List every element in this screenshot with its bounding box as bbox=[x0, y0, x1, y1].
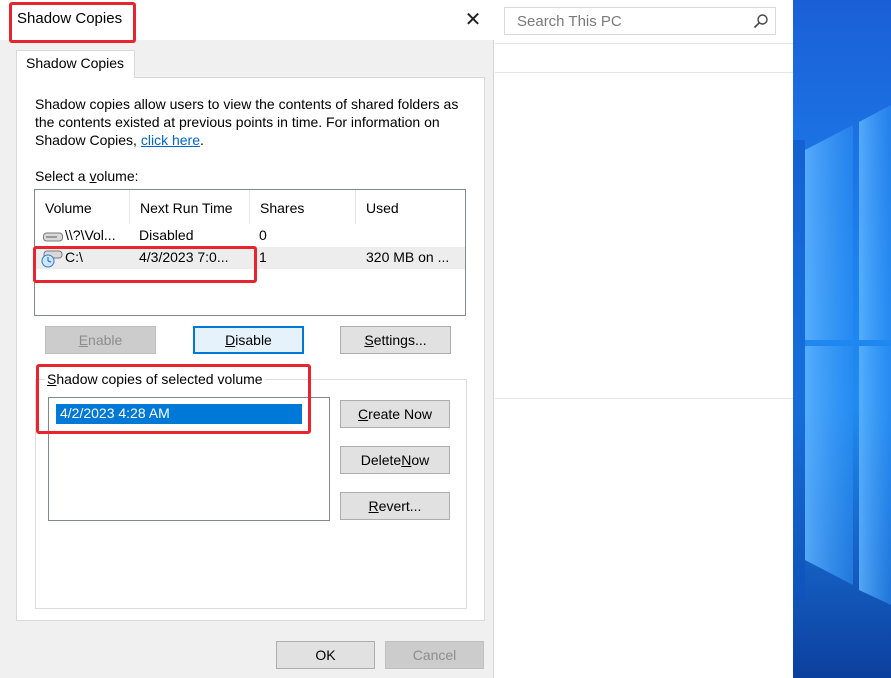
divider bbox=[495, 43, 793, 44]
revert-button[interactable]: Revert... bbox=[340, 492, 450, 520]
shadow-copy-item[interactable]: 4/2/2023 4:28 AM bbox=[55, 403, 303, 425]
shadow-copies-group-label: Shadow copies of selected volume bbox=[45, 371, 265, 387]
volume-row[interactable]: C:\ 4/3/2023 7:0... 1 320 MB on ... bbox=[35, 247, 465, 269]
column-header-next-run-time[interactable]: Next Run Time bbox=[130, 190, 250, 224]
select-volume-label: Select a volume: bbox=[35, 168, 139, 184]
divider bbox=[495, 72, 793, 73]
title-bar: Shadow Copies ✕ bbox=[0, 0, 494, 40]
volume-row[interactable]: \\?\Vol... Disabled 0 bbox=[35, 225, 465, 247]
cancel-button[interactable]: Cancel bbox=[385, 641, 484, 669]
search-input[interactable] bbox=[515, 11, 735, 31]
click-here-link[interactable]: click here bbox=[141, 132, 200, 148]
desktop-wallpaper bbox=[793, 0, 891, 678]
drive-icon bbox=[43, 230, 63, 246]
next-run-time: 4/3/2023 7:0... bbox=[139, 249, 229, 265]
shadow-copies-list[interactable]: 4/2/2023 4:28 AM bbox=[48, 397, 330, 521]
enable-button[interactable]: Enable bbox=[45, 326, 156, 354]
intro-text: Shadow copies allow users to view the co… bbox=[35, 96, 459, 148]
search-box[interactable] bbox=[504, 7, 776, 35]
used-space: 320 MB on ... bbox=[366, 249, 450, 265]
create-now-button[interactable]: Create Now bbox=[340, 400, 450, 428]
column-header-volume[interactable]: Volume bbox=[35, 190, 130, 224]
column-header-used[interactable]: Used bbox=[356, 190, 465, 224]
windows-logo-wallpaper bbox=[793, 105, 891, 605]
disable-button[interactable]: Disable bbox=[193, 326, 304, 354]
explorer-pane bbox=[495, 0, 793, 678]
volume-name: C:\ bbox=[65, 249, 83, 265]
settings-button[interactable]: Settings... bbox=[340, 326, 451, 354]
shares-count: 1 bbox=[259, 249, 267, 265]
dialog-title: Shadow Copies bbox=[17, 10, 123, 27]
tab-shadow-copies[interactable]: Shadow Copies bbox=[16, 50, 135, 78]
ok-button[interactable]: OK bbox=[276, 641, 375, 669]
volume-name: \\?\Vol... bbox=[65, 227, 116, 243]
search-icon[interactable] bbox=[753, 13, 769, 29]
volume-list[interactable]: Volume Next Run Time Shares Used \\?\Vol… bbox=[34, 189, 466, 316]
shares-count: 0 bbox=[259, 227, 267, 243]
volume-list-header: Volume Next Run Time Shares Used bbox=[35, 190, 465, 224]
close-button[interactable]: ✕ bbox=[456, 3, 490, 35]
column-header-shares[interactable]: Shares bbox=[250, 190, 356, 224]
next-run-time: Disabled bbox=[139, 227, 194, 243]
shadow-copies-dialog: Shadow Copies ✕ Shadow Copies Shadow cop… bbox=[0, 0, 494, 678]
close-icon: ✕ bbox=[464, 8, 482, 31]
divider bbox=[495, 398, 793, 399]
drive-clock-icon bbox=[41, 250, 63, 271]
delete-now-button[interactable]: Delete Now bbox=[340, 446, 450, 474]
